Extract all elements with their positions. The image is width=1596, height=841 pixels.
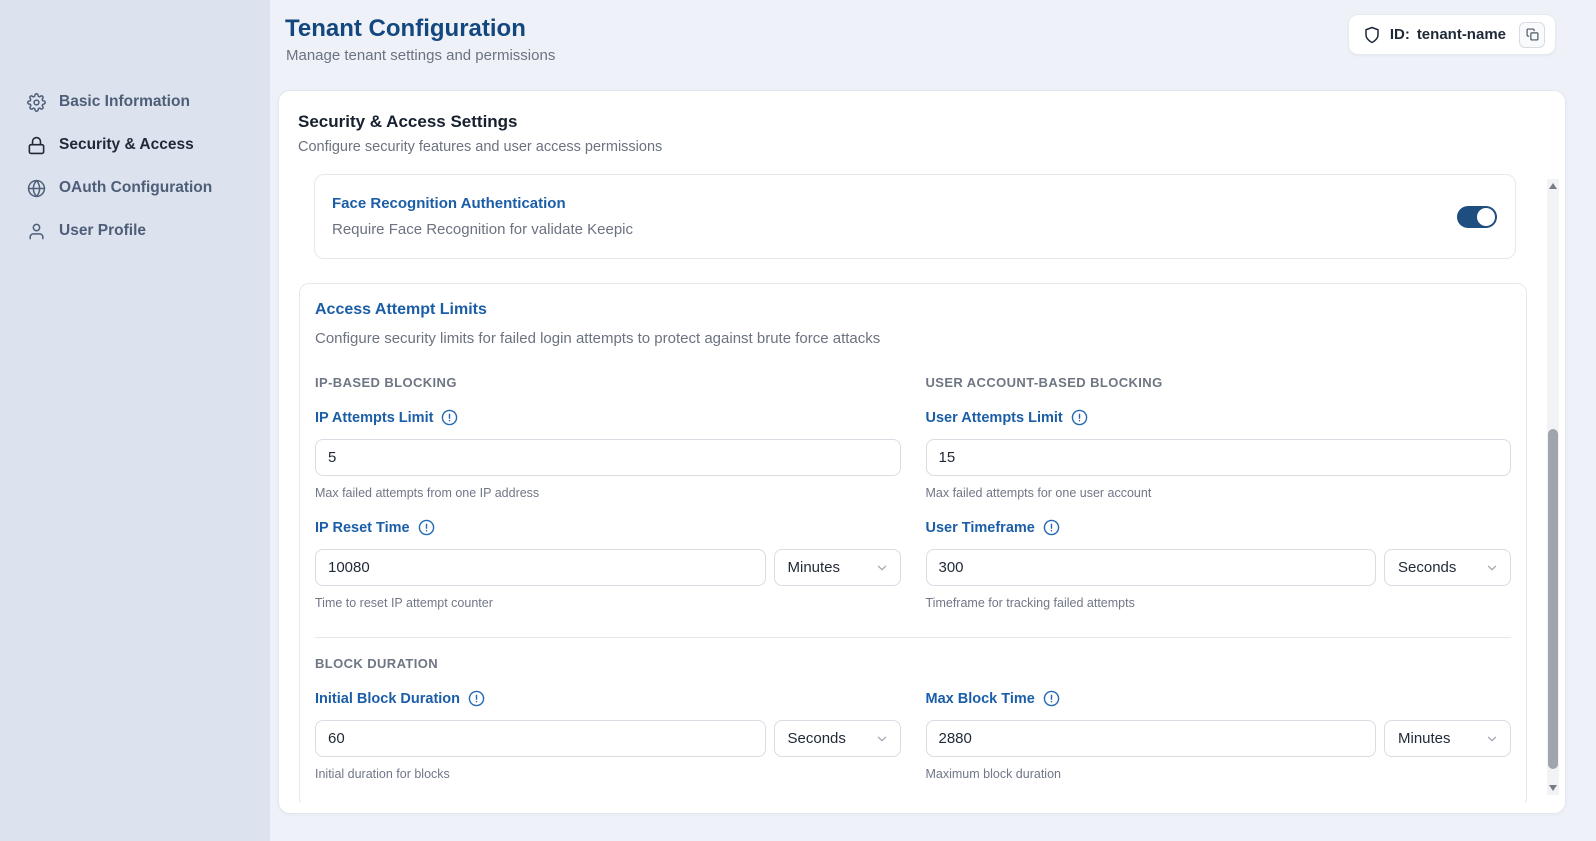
- scrollbar-thumb[interactable]: [1548, 429, 1558, 769]
- field-label: User Timeframe: [926, 519, 1512, 536]
- max-block-time-input[interactable]: [925, 720, 1376, 757]
- ip-reset-time-input[interactable]: [315, 549, 766, 586]
- access-limits-description: Configure security limits for failed log…: [315, 330, 881, 347]
- field-helper: Timeframe for tracking failed attempts: [925, 596, 1135, 610]
- field-label: Initial Block Duration: [315, 690, 901, 707]
- lock-icon: [27, 136, 46, 155]
- panel-subtitle: Configure security features and user acc…: [298, 139, 663, 155]
- user-icon: [27, 222, 46, 241]
- access-attempt-limits-card: Access Attempt Limits Configure security…: [299, 283, 1527, 803]
- field-initial-block-duration: Initial Block Duration Seconds: [315, 690, 901, 781]
- sidebar-item-label: Security & Access: [59, 136, 194, 153]
- sidebar: Basic Information Security & Access OAut…: [0, 0, 270, 841]
- access-limits-title: Access Attempt Limits: [315, 301, 487, 318]
- globe-icon: [27, 179, 46, 198]
- user-timeframe-input[interactable]: [925, 549, 1376, 586]
- sidebar-item-oauth-configuration[interactable]: OAuth Configuration: [0, 170, 270, 206]
- field-helper: Max failed attempts from one IP address: [315, 486, 540, 500]
- shield-icon: [1363, 26, 1381, 44]
- field-label: Max Block Time: [926, 690, 1512, 707]
- sidebar-item-security-access[interactable]: Security & Access: [0, 127, 270, 163]
- ip-reset-time-unit-select[interactable]: Minutes: [773, 549, 901, 586]
- field-max-block-time: Max Block Time Minutes: [925, 690, 1512, 781]
- sidebar-item-label: User Profile: [59, 222, 147, 239]
- field-helper: Max failed attempts for one user account: [925, 486, 1152, 500]
- field-label: IP Attempts Limit: [315, 409, 901, 426]
- tenant-id-badge: ID: tenant-name: [1347, 14, 1556, 55]
- sidebar-item-user-profile[interactable]: User Profile: [0, 213, 270, 249]
- field-ip-attempts-limit: IP Attempts Limit Max failed attempts fr…: [315, 409, 901, 500]
- face-recognition-description: Require Face Recognition for validate Ke…: [332, 221, 634, 238]
- scroll-down-arrow-icon: [1549, 785, 1557, 791]
- field-ip-reset-time: IP Reset Time Minutes: [315, 519, 901, 610]
- user-timeframe-unit-select[interactable]: Seconds: [1384, 549, 1511, 586]
- panel-header: Security & Access Settings Configure sec…: [279, 91, 1565, 155]
- chevron-down-icon: [1485, 561, 1499, 575]
- sidebar-item-label: OAuth Configuration: [59, 179, 213, 196]
- toggle-knob: [1477, 207, 1495, 226]
- scroll-up-button[interactable]: [1547, 179, 1559, 193]
- initial-block-duration-input[interactable]: [315, 720, 766, 757]
- section-header-spacer: [926, 652, 1512, 671]
- field-user-timeframe: User Timeframe Seconds: [925, 519, 1512, 610]
- copy-button[interactable]: [1519, 21, 1545, 48]
- sidebar-nav: Basic Information Security & Access OAut…: [0, 84, 270, 256]
- chevron-down-icon: [875, 732, 889, 746]
- scroll-down-button[interactable]: [1547, 781, 1559, 795]
- sidebar-item-basic-information[interactable]: Basic Information: [0, 84, 270, 120]
- face-recognition-title: Face Recognition Authentication: [332, 195, 566, 212]
- field-helper: Maximum block duration: [925, 767, 1061, 781]
- access-limits-form: IP-BASED BLOCKING USER ACCOUNT-BASED BLO…: [315, 371, 1511, 781]
- page-title: Tenant Configuration: [285, 15, 526, 42]
- settings-scroll-area[interactable]: Face Recognition Authentication Require …: [279, 171, 1565, 803]
- field-label: IP Reset Time: [315, 519, 901, 536]
- gear-icon: [27, 92, 46, 112]
- tenant-id-label: ID:: [1389, 26, 1410, 43]
- initial-block-duration-unit-select[interactable]: Seconds: [773, 720, 901, 757]
- info-icon[interactable]: [1071, 409, 1088, 426]
- face-recognition-text: Face Recognition Authentication Require …: [332, 195, 633, 238]
- user-attempts-limit-input[interactable]: [925, 439, 1511, 476]
- section-header-ip-blocking: IP-BASED BLOCKING: [315, 375, 457, 390]
- field-helper: Time to reset IP attempt counter: [315, 596, 493, 610]
- tenant-id-value: tenant-name: [1416, 26, 1506, 43]
- face-recognition-toggle[interactable]: [1457, 205, 1497, 228]
- section-divider: [315, 637, 1511, 638]
- field-helper: Initial duration for blocks: [315, 767, 450, 781]
- info-icon[interactable]: [1043, 519, 1060, 536]
- sidebar-item-label: Basic Information: [59, 93, 190, 110]
- info-icon[interactable]: [468, 690, 485, 707]
- scrollbar[interactable]: [1547, 179, 1559, 795]
- panel-title: Security & Access Settings: [298, 112, 518, 131]
- field-label: User Attempts Limit: [926, 409, 1512, 426]
- security-access-panel: Security & Access Settings Configure sec…: [278, 90, 1566, 814]
- ip-attempts-limit-input[interactable]: [315, 439, 901, 476]
- max-block-time-unit-select[interactable]: Minutes: [1384, 720, 1511, 757]
- info-icon[interactable]: [418, 519, 435, 536]
- section-header-user-blocking: USER ACCOUNT-BASED BLOCKING: [925, 375, 1163, 390]
- section-header-block-duration: BLOCK DURATION: [315, 656, 439, 671]
- info-icon[interactable]: [441, 409, 458, 426]
- scroll-up-arrow-icon: [1549, 183, 1557, 189]
- face-recognition-card: Face Recognition Authentication Require …: [314, 174, 1516, 259]
- page-subtitle: Manage tenant settings and permissions: [286, 47, 556, 64]
- field-user-attempts-limit: User Attempts Limit Max failed attempts …: [925, 409, 1512, 500]
- chevron-down-icon: [875, 561, 889, 575]
- chevron-down-icon: [1485, 732, 1499, 746]
- copy-icon: [1525, 28, 1539, 41]
- info-icon[interactable]: [1043, 690, 1060, 707]
